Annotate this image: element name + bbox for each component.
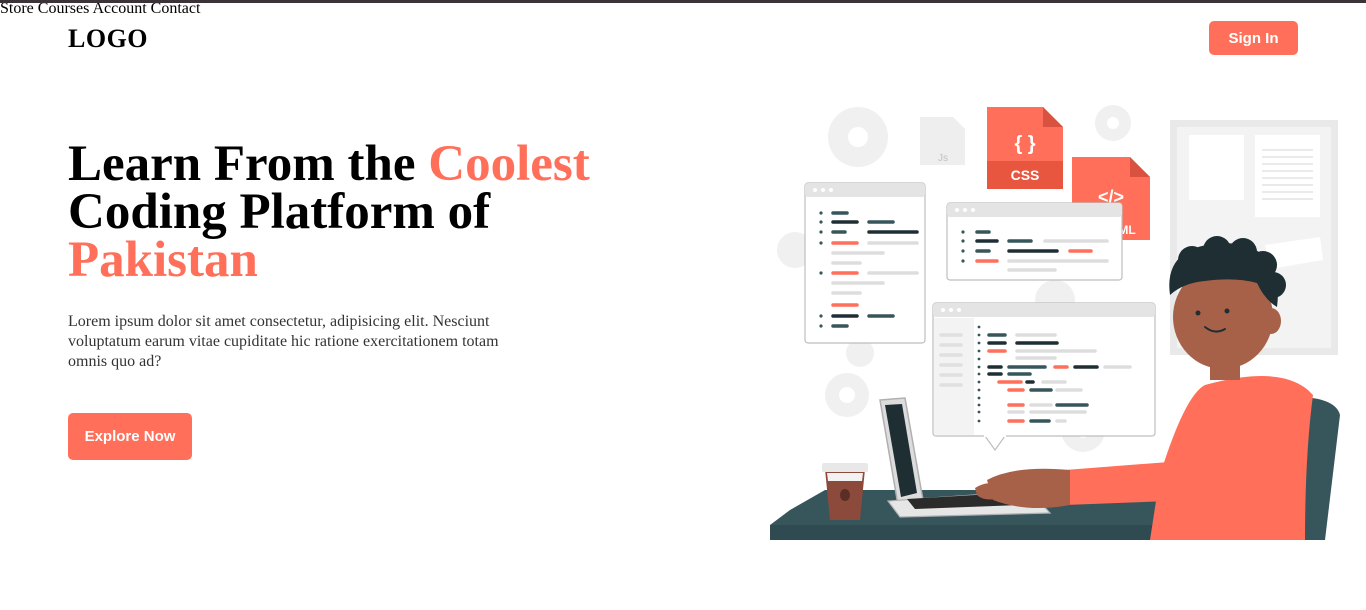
code-editor-window [932,302,1156,452]
hero-title-accent-pakistan: Pakistan [68,232,258,288]
sign-in-button[interactable]: Sign In [1209,21,1298,55]
code-window-left [804,182,926,344]
top-border [0,0,1366,3]
css-file-icon: { } CSS [987,107,1063,189]
css-braces-label: { } [1014,133,1035,155]
code-window-middle [946,202,1123,281]
hero-title: Learn From the Coolest Coding Platform o… [68,139,688,286]
js-badge-label: Js [938,153,948,164]
js-file-icon: Js [920,117,965,165]
hero-description: Lorem ipsum dolor sit amet consectetur, … [68,313,499,370]
explore-now-button[interactable]: Explore Now [68,413,192,460]
logo[interactable]: LOGO [68,24,148,54]
css-badge-label: CSS [1011,167,1040,183]
hero-illustration: Js { } CSS </> ML [770,105,1340,540]
